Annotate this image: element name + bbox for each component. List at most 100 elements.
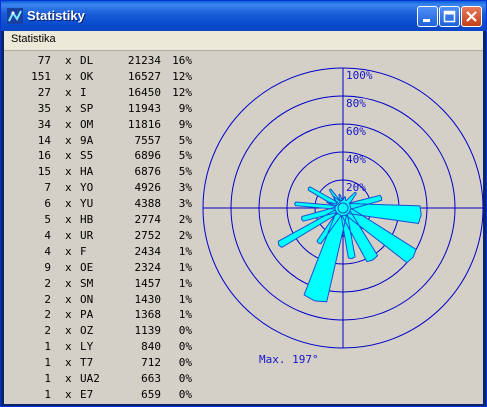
ring-label: 20%: [346, 181, 366, 194]
stat-call: E7: [80, 387, 94, 401]
stat-call: OM: [80, 117, 94, 131]
menu-statistika[interactable]: Statistika: [11, 33, 56, 45]
stat-dist: 2324: [134, 260, 162, 274]
stat-x: x: [65, 324, 72, 338]
stat-pct: 2%: [178, 228, 192, 242]
window-title: Statistiky: [27, 8, 85, 23]
stat-call: LY: [80, 340, 94, 354]
stat-dist: 712: [141, 356, 161, 370]
stat-pct: 1%: [178, 276, 192, 290]
ring-label: 40%: [346, 153, 366, 166]
stat-dist: 2752: [134, 228, 162, 242]
stat-count: 34: [37, 117, 51, 131]
stat-count: 2: [44, 324, 51, 338]
stat-pct: 1%: [178, 260, 192, 274]
stat-dist: 7557: [134, 133, 162, 147]
stat-x: x: [65, 69, 72, 83]
stat-x: x: [65, 276, 72, 290]
stat-pct: 0%: [178, 340, 192, 354]
stat-call: OE: [80, 260, 94, 274]
stat-x: x: [65, 117, 72, 131]
stat-call: PA: [80, 308, 94, 322]
stat-dist: 1430: [134, 292, 162, 306]
stat-count: 2: [44, 276, 51, 290]
stat-count: 1: [44, 340, 51, 354]
stat-x: x: [65, 387, 72, 401]
stat-dist: 840: [141, 340, 161, 354]
stat-x: x: [65, 356, 72, 370]
stat-x: x: [65, 181, 72, 195]
stat-dist: 6876: [134, 165, 162, 179]
stat-call: 9A: [80, 133, 94, 147]
ring-label: 60%: [346, 125, 366, 138]
stat-dist: 16450: [127, 85, 161, 99]
stat-x: x: [65, 244, 72, 258]
stat-count: 27: [37, 85, 51, 99]
stat-pct: 3%: [178, 197, 192, 211]
stat-x: x: [65, 260, 72, 274]
ring-label: 100%: [346, 69, 373, 82]
polar-center: [337, 202, 349, 214]
stat-pct: 1%: [178, 244, 192, 258]
stat-call: ON: [80, 292, 94, 306]
stat-count: 151: [31, 69, 51, 83]
stat-dist: 11943: [127, 101, 161, 115]
stat-pct: 9%: [178, 101, 192, 115]
ring-label: 80%: [346, 97, 366, 110]
stat-pct: 9%: [178, 117, 192, 131]
minimize-button[interactable]: [417, 6, 438, 27]
stat-call: OK: [80, 69, 94, 83]
stat-call: S5: [80, 149, 94, 163]
stat-pct: 1%: [178, 292, 192, 306]
stat-call: T7: [80, 356, 94, 370]
stat-call: OZ: [80, 324, 94, 338]
stat-call: F: [80, 244, 87, 258]
maximize-icon: [443, 10, 456, 23]
stat-x: x: [65, 228, 72, 242]
title-bar[interactable]: Statistiky: [1, 1, 486, 31]
stat-dist: 16527: [127, 69, 161, 83]
stat-dist: 4926: [134, 181, 162, 195]
stat-count: 5: [44, 213, 51, 226]
stat-pct: 5%: [178, 165, 192, 179]
stat-count: 1: [44, 356, 51, 370]
stat-count: 14: [37, 133, 51, 147]
stat-pct: 0%: [178, 324, 192, 338]
stat-dist: 21234: [127, 54, 161, 67]
stat-call: SP: [80, 101, 94, 115]
stat-dist: 1139: [134, 324, 162, 338]
stat-pct: 2%: [178, 213, 192, 226]
menu-bar: Statistika: [4, 31, 483, 51]
stat-x: x: [65, 133, 72, 147]
satellite-dish-icon: [7, 8, 23, 24]
stat-dist: 1457: [134, 276, 162, 290]
stat-x: x: [65, 54, 72, 67]
stat-x: x: [65, 372, 72, 385]
close-button[interactable]: [461, 6, 482, 27]
stat-dist: 2774: [134, 213, 162, 226]
stat-pct: 0%: [178, 387, 192, 401]
stat-count: 4: [44, 228, 51, 242]
stat-pct: 3%: [178, 181, 192, 195]
stat-count: 9: [44, 260, 51, 274]
stat-call: YO: [80, 181, 94, 195]
stat-pct: 0%: [178, 356, 192, 370]
stat-count: 35: [37, 101, 51, 115]
stat-count: 2: [44, 308, 51, 322]
stat-count: 7: [44, 181, 51, 195]
maximize-button[interactable]: [439, 6, 460, 27]
stat-pct: 1%: [178, 308, 192, 322]
stat-x: x: [65, 213, 72, 226]
stat-dist: 663: [141, 372, 161, 385]
stat-call: HB: [80, 213, 94, 226]
minimize-icon: [423, 19, 430, 22]
stat-pct: 0%: [178, 372, 192, 385]
stat-dist: 4388: [134, 197, 162, 211]
stat-count: 4: [44, 244, 51, 258]
stat-dist: 659: [141, 387, 161, 401]
stat-x: x: [65, 85, 72, 99]
stat-x: x: [65, 340, 72, 354]
stat-call: UR: [80, 228, 94, 242]
stat-call: I: [80, 85, 87, 99]
stat-x: x: [65, 292, 72, 306]
